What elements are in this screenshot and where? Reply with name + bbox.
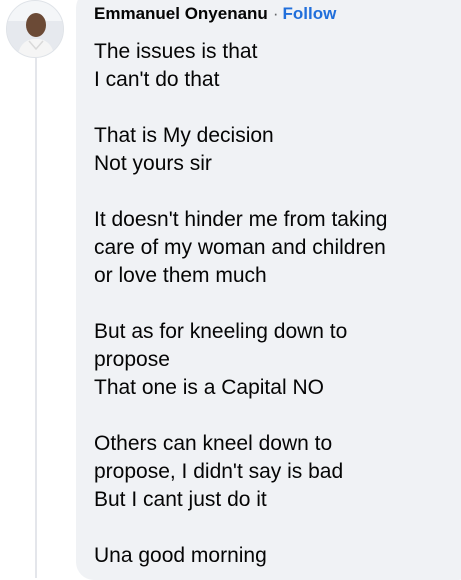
comment-line: That one is a Capital NO <box>94 376 324 399</box>
author-name[interactable]: Emmanuel Onyenanu <box>94 4 268 24</box>
thread-connector-line <box>35 58 37 578</box>
comment-line: Not yours sir <box>94 152 212 175</box>
profile-photo-icon <box>7 1 63 57</box>
comment-line: care of my woman and children <box>94 236 386 259</box>
comment-line: But as for kneeling down to <box>94 320 348 343</box>
comment-text: The issues is that I can't do that That is… <box>94 38 461 570</box>
comment-line: Others can kneel down to <box>94 432 333 455</box>
comment-line: But I cant just do it <box>94 488 267 511</box>
avatar[interactable] <box>6 0 64 58</box>
comment-line: propose <box>94 348 170 371</box>
comment-line: Una good morning <box>94 544 267 567</box>
comment-line: That is My decision <box>94 124 274 147</box>
follow-button[interactable]: Follow <box>283 4 337 24</box>
comment-bubble: Emmanuel Onyenanu · Follow The issues is… <box>76 0 461 580</box>
separator-dot: · <box>272 4 279 23</box>
comment-line: It doesn't hinder me from taking <box>94 208 388 231</box>
comment-line: The issues is that <box>94 40 258 63</box>
comment-line: propose, I didn't say is bad <box>94 460 344 483</box>
comment-header: Emmanuel Onyenanu · Follow <box>94 4 461 30</box>
comment-line: I can't do that <box>94 68 220 91</box>
comment-line: or love them much <box>94 264 267 287</box>
